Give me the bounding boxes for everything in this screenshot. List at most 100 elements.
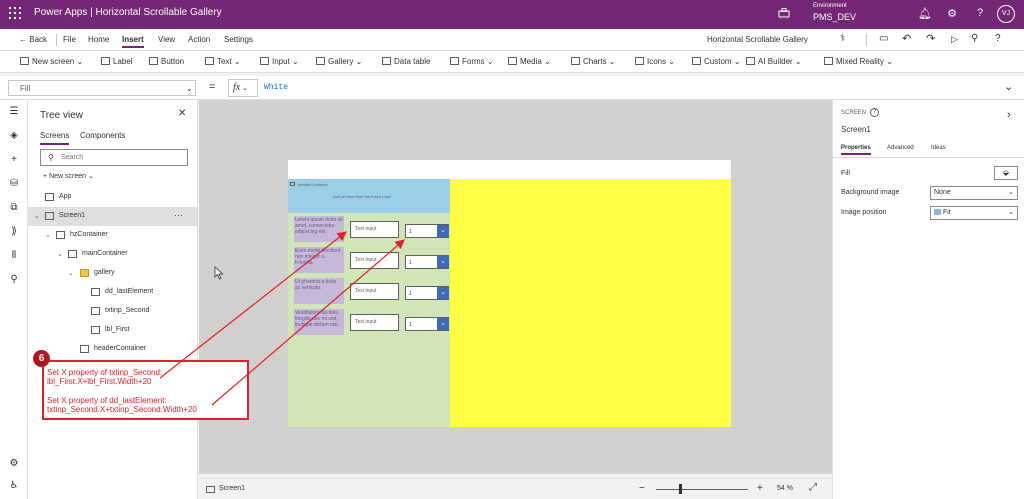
layers-icon[interactable]: ◈ bbox=[7, 130, 21, 144]
zoom-slider-thumb[interactable] bbox=[679, 484, 682, 494]
control-type: SCREEN bbox=[841, 110, 867, 116]
input-button[interactable]: Input ⌄ bbox=[260, 57, 299, 66]
tree-node-screen1[interactable]: ⌄ Screen1 ··· bbox=[28, 207, 198, 226]
header-container[interactable]: headerContainer Add an item from the Ins… bbox=[288, 179, 450, 213]
icons-button[interactable]: Icons ⌄ bbox=[635, 57, 675, 66]
gallery-dropdown[interactable]: 1 ⌄ bbox=[405, 255, 449, 269]
formula-input[interactable]: White bbox=[264, 83, 288, 92]
gallery-dropdown[interactable]: 1 ⌄ bbox=[405, 317, 449, 331]
menu-file[interactable]: File bbox=[63, 35, 76, 44]
search-icon[interactable]: ⚲ bbox=[7, 274, 21, 288]
media-icon[interactable]: ⧉ bbox=[7, 202, 21, 216]
tree-node-lbl-first[interactable]: lbl_First bbox=[28, 321, 198, 340]
new-screen-link[interactable]: + New screen ⌄ bbox=[43, 172, 94, 180]
background-image-select[interactable]: None ⌄ bbox=[930, 186, 1018, 200]
gallery-label[interactable]: Lorem ipsum dolor sit amet, consectetur … bbox=[294, 216, 344, 242]
redo-icon[interactable]: ↷ bbox=[926, 32, 935, 45]
fill-color-button[interactable]: ⬙ bbox=[994, 166, 1018, 180]
gallery-button[interactable]: Gallery ⌄ bbox=[316, 57, 362, 66]
yellow-area[interactable] bbox=[450, 179, 731, 427]
tab-advanced[interactable]: Advanced bbox=[887, 145, 914, 151]
waffle-icon[interactable] bbox=[9, 7, 21, 19]
plus-icon[interactable]: + bbox=[7, 154, 21, 168]
search-input[interactable] bbox=[61, 152, 181, 163]
tree-node-hzcontainer[interactable]: ⌄ hzContainer bbox=[28, 226, 198, 245]
more-options-icon[interactable]: ··· bbox=[174, 210, 183, 220]
zoom-out-button[interactable]: − bbox=[639, 483, 645, 494]
help-icon[interactable]: ? bbox=[995, 33, 1001, 44]
tab-properties[interactable]: Properties bbox=[841, 145, 871, 155]
gallery-dropdown[interactable]: 1 ⌄ bbox=[405, 286, 449, 300]
comment-icon[interactable]: ▭ bbox=[879, 33, 888, 44]
stethoscope-icon[interactable]: ⚕ bbox=[840, 33, 845, 44]
back-button[interactable]: ← Back bbox=[19, 35, 47, 44]
zoom-in-button[interactable]: + bbox=[757, 483, 763, 494]
property-dropdown[interactable]: Fill ⌄ bbox=[8, 80, 196, 96]
tree-node-txtinp-second[interactable]: txtinp_Second bbox=[28, 302, 198, 321]
search-icon: ⚲ bbox=[48, 153, 54, 162]
media-button[interactable]: Media ⌄ bbox=[508, 57, 551, 66]
custom-button[interactable]: Custom ⌄ bbox=[692, 57, 741, 66]
hamburger-icon[interactable]: ☰ bbox=[7, 106, 21, 120]
zoom-slider[interactable] bbox=[656, 489, 748, 490]
tree-node-headercontainer[interactable]: headerContainer bbox=[28, 340, 198, 359]
text-button[interactable]: Text ⌄ bbox=[205, 57, 241, 66]
share-icon[interactable]: ⚲ bbox=[971, 33, 978, 44]
button-button[interactable]: Button bbox=[149, 57, 184, 66]
screen-icon bbox=[20, 57, 29, 65]
close-icon[interactable]: ✕ bbox=[178, 108, 186, 119]
fit-to-window-icon[interactable]: ⤢ bbox=[809, 482, 817, 493]
gallery-label[interactable]: Enim morbi tincidunt non integer a. Frin… bbox=[294, 247, 344, 273]
accessibility-icon[interactable]: ♿︎ bbox=[7, 480, 21, 494]
chevron-right-icon[interactable]: › bbox=[1007, 109, 1011, 121]
play-icon[interactable]: ▷ bbox=[951, 34, 958, 45]
fx-button[interactable]: fx ⌄ bbox=[228, 79, 258, 97]
environment-name[interactable]: PMS_DEV bbox=[813, 12, 856, 22]
gallery-dropdown[interactable]: 1 ⌄ bbox=[405, 224, 449, 238]
tab-ideas[interactable]: Ideas bbox=[931, 145, 946, 151]
tree-node-gallery[interactable]: ⌄ gallery bbox=[28, 264, 198, 283]
chevron-down-icon: ⌄ bbox=[1008, 209, 1014, 216]
label-button[interactable]: Label bbox=[101, 57, 133, 66]
menu-home[interactable]: Home bbox=[88, 35, 109, 44]
bell-icon[interactable]: 🔔︎ bbox=[918, 7, 932, 20]
step-badge: 6 bbox=[33, 350, 50, 367]
power-automate-icon[interactable]: ⟫ bbox=[7, 226, 21, 240]
tab-components[interactable]: Components bbox=[80, 131, 125, 140]
data-table-button[interactable]: Data table bbox=[382, 57, 430, 66]
tree-node-maincontainer[interactable]: ⌄ mainContainer bbox=[28, 245, 198, 264]
undo-icon[interactable]: ↶ bbox=[902, 32, 911, 45]
status-screen-name[interactable]: Screen1 bbox=[219, 485, 245, 492]
database-icon[interactable]: ⛁ bbox=[7, 178, 21, 192]
menu-view[interactable]: View bbox=[158, 35, 175, 44]
chevron-down-icon: ⌄ bbox=[57, 251, 63, 258]
label-icon bbox=[101, 57, 110, 65]
gallery-text-input[interactable]: Text input bbox=[350, 252, 399, 269]
avatar[interactable]: VJ bbox=[997, 5, 1015, 23]
gallery-label[interactable]: Vestibulum dui felis, fringilla nec mi s… bbox=[294, 309, 344, 335]
mixed-reality-button[interactable]: Mixed Reality ⌄ bbox=[824, 57, 893, 66]
menu-settings[interactable]: Settings bbox=[224, 35, 253, 44]
gallery-text-input[interactable]: Text input bbox=[350, 314, 399, 331]
ai-builder-button[interactable]: AI Builder ⌄ bbox=[746, 57, 802, 66]
menu-insert[interactable]: Insert bbox=[122, 35, 144, 48]
chevron-down-icon[interactable]: ⌄ bbox=[1004, 80, 1013, 93]
help-icon[interactable]: ? bbox=[870, 108, 879, 117]
variables-icon[interactable]: ⫴ bbox=[7, 250, 21, 264]
gear-icon[interactable]: ⚙ bbox=[7, 458, 21, 472]
chevron-down-icon: ⌄ bbox=[437, 287, 449, 299]
help-icon[interactable]: ? bbox=[973, 7, 987, 19]
tree-node-dd-lastelement[interactable]: dd_lastElement bbox=[28, 283, 198, 302]
gear-icon[interactable]: ⚙ bbox=[945, 7, 959, 20]
properties-pane: SCREEN ? › Screen1 Properties Advanced I… bbox=[832, 100, 1024, 499]
charts-button[interactable]: Charts ⌄ bbox=[571, 57, 616, 66]
tree-node-app[interactable]: App bbox=[28, 188, 198, 207]
menu-action[interactable]: Action bbox=[188, 35, 210, 44]
gallery-text-input[interactable]: Text input bbox=[350, 221, 399, 238]
tab-screens[interactable]: Screens bbox=[40, 131, 70, 145]
gallery-label[interactable]: Ut pharetra a dolor ac vehicula. bbox=[294, 278, 344, 304]
gallery-text-input[interactable]: Text input bbox=[350, 283, 399, 300]
forms-button[interactable]: Forms ⌄ bbox=[450, 57, 494, 66]
new-screen-button[interactable]: New screen ⌄ bbox=[20, 57, 83, 66]
image-position-select[interactable]: Fit ⌄ bbox=[930, 206, 1018, 220]
